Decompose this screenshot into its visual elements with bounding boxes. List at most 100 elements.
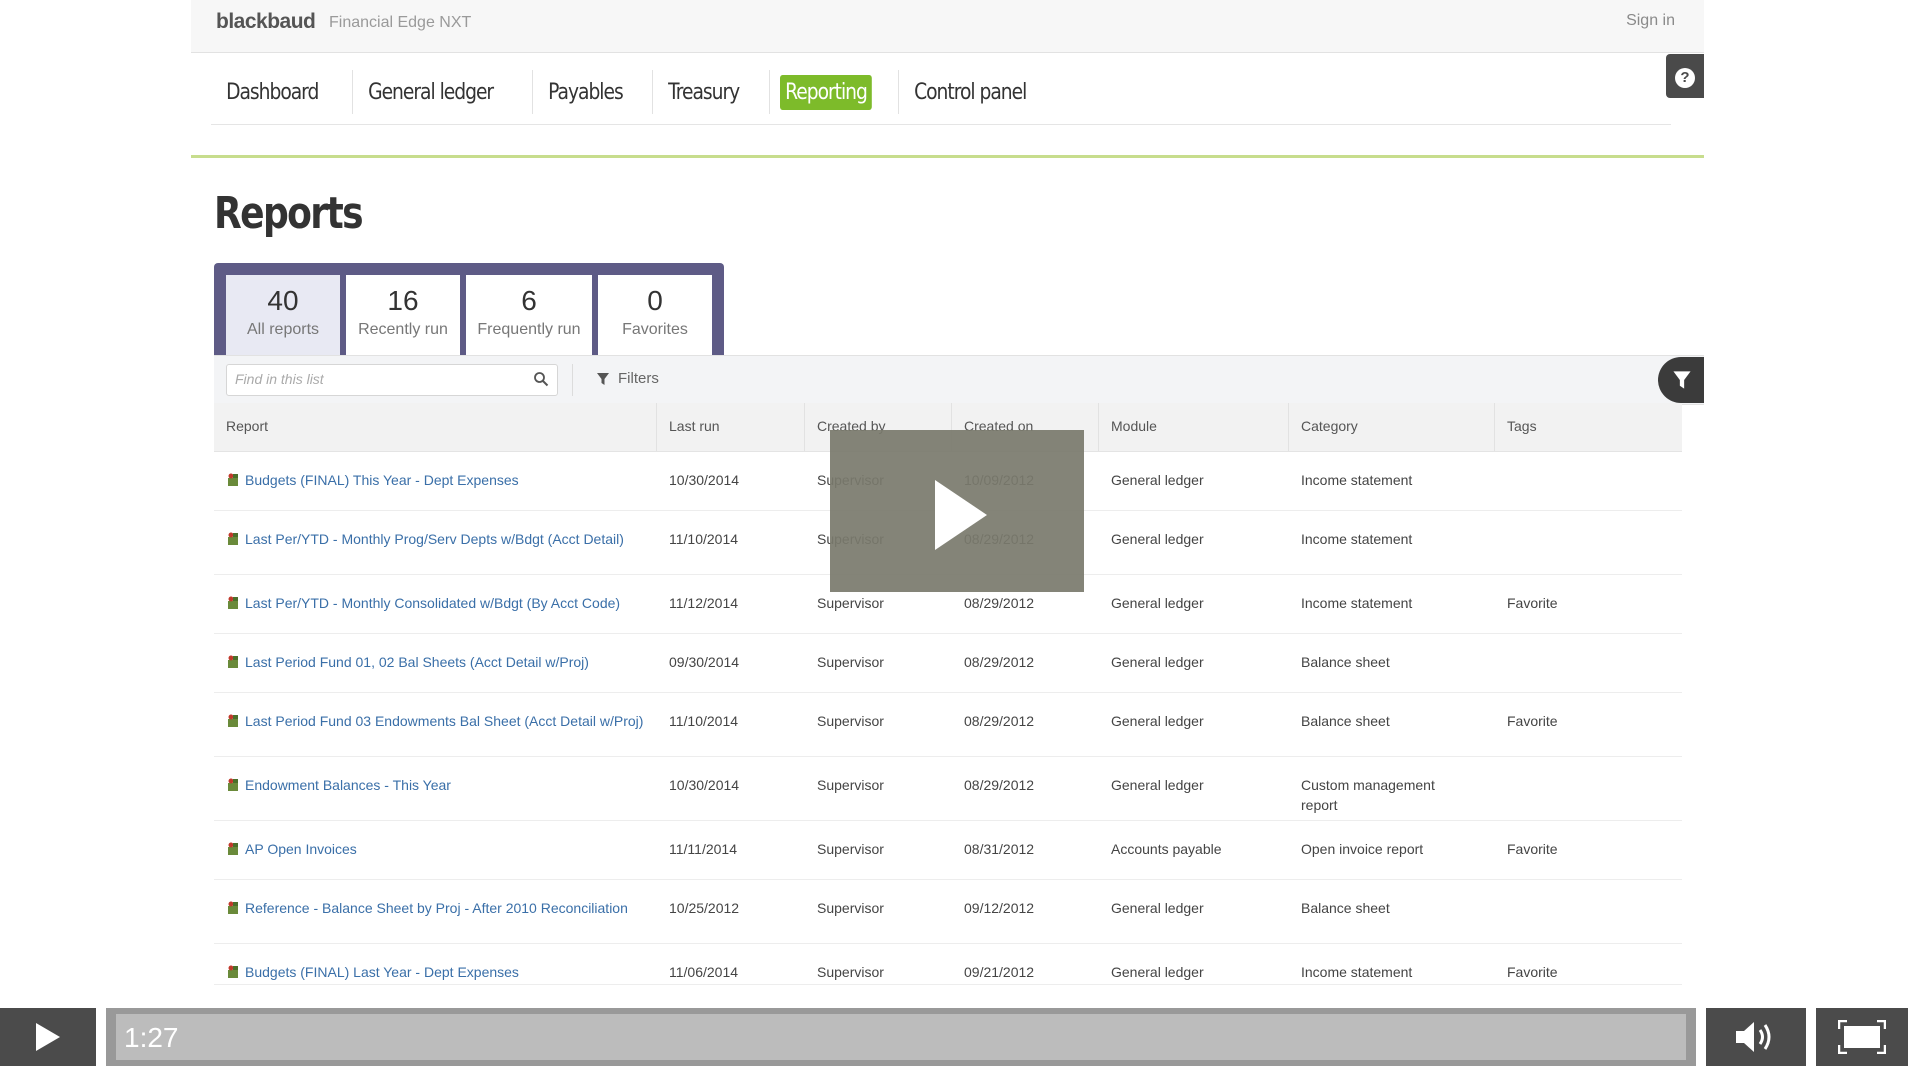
page-title: Reports [214, 188, 364, 239]
sign-in-link[interactable]: Sign in [1626, 12, 1675, 30]
col-divider [1288, 403, 1289, 451]
volume-icon [1736, 1022, 1771, 1052]
report-link[interactable]: AP Open Invoices [245, 841, 357, 857]
report-link[interactable]: Last Period Fund 01, 02 Bal Sheets (Acct… [245, 654, 589, 670]
col-divider [1494, 403, 1495, 451]
cell-created-on: 08/29/2012 [964, 777, 1035, 793]
cell-report: Last Per/YTD - Monthly Consolidated w/Bd… [226, 593, 646, 613]
cell-last-run: 10/30/2014 [669, 472, 740, 488]
col-report[interactable]: Report [226, 418, 268, 434]
cell-created-by: Supervisor [817, 841, 884, 857]
cell-tags: Favorite [1507, 713, 1558, 729]
tile-count: 40 [267, 285, 299, 316]
cell-tags: Favorite [1507, 595, 1558, 611]
cell-category: Balance sheet [1301, 713, 1390, 729]
report-icon [228, 532, 238, 545]
nav-general-ledger[interactable]: General ledger [363, 75, 498, 110]
cell-created-by: Supervisor [817, 595, 884, 611]
report-icon [228, 473, 238, 486]
filters-button[interactable]: Filters [596, 370, 659, 387]
cell-tags: Favorite [1507, 964, 1558, 980]
table-row[interactable]: Budgets (FINAL) Last Year - Dept Expense… [214, 944, 1682, 985]
filter-toggle-button[interactable] [1658, 357, 1704, 403]
search-icon[interactable] [533, 371, 549, 387]
report-icon [228, 842, 238, 855]
toolbar-divider [572, 364, 573, 396]
report-icon [228, 965, 238, 978]
cell-report: Last Period Fund 03 Endowments Bal Sheet… [226, 711, 646, 731]
nav-divider [652, 70, 654, 114]
tile-frequently-run[interactable]: 6 Frequently run [466, 275, 592, 355]
report-link[interactable]: Budgets (FINAL) Last Year - Dept Expense… [245, 964, 519, 980]
nav-payables[interactable]: Payables [543, 75, 628, 110]
play-button[interactable] [0, 1008, 96, 1066]
cell-category: Income statement [1301, 472, 1413, 488]
table-row[interactable]: AP Open Invoices 11/11/2014 Supervisor 08/3… [214, 821, 1682, 880]
cell-report: Reference - Balance Sheet by Proj - Afte… [226, 898, 646, 918]
cell-category: Balance sheet [1301, 900, 1390, 916]
col-tags[interactable]: Tags [1507, 418, 1537, 434]
cell-created-by: Supervisor [817, 777, 884, 793]
nav-treasury[interactable]: Treasury [663, 75, 744, 110]
report-link[interactable]: Budgets (FINAL) This Year - Dept Expense… [245, 472, 519, 488]
cell-module: General ledger [1111, 595, 1204, 611]
help-icon: ? [1675, 68, 1695, 88]
nav-control-panel[interactable]: Control panel [909, 75, 1031, 110]
volume-button[interactable] [1706, 1008, 1806, 1066]
search-input[interactable] [227, 365, 533, 393]
cell-report: Budgets (FINAL) Last Year - Dept Expense… [226, 962, 646, 982]
report-icon [228, 596, 238, 609]
report-link[interactable]: Reference - Balance Sheet by Proj - Afte… [245, 900, 628, 916]
progress-bar[interactable]: 1:27 [106, 1008, 1696, 1066]
fullscreen-icon [1838, 1020, 1886, 1054]
tile-count: 0 [647, 285, 663, 316]
time-display: 1:27 [124, 1022, 179, 1053]
table-row[interactable]: Endowment Balances - This Year 10/30/2014… [214, 757, 1682, 821]
cell-last-run: 11/06/2014 [669, 964, 739, 980]
col-last-run[interactable]: Last run [669, 418, 720, 434]
report-icon [228, 655, 238, 668]
cell-report: Budgets (FINAL) This Year - Dept Expense… [226, 470, 646, 490]
report-link[interactable]: Last Period Fund 03 Endowments Bal Sheet… [245, 713, 643, 729]
cell-created-by: Supervisor [817, 654, 884, 670]
report-link[interactable]: Endowment Balances - This Year [245, 777, 451, 793]
table-row[interactable]: Last Period Fund 01, 02 Bal Sheets (Acct… [214, 634, 1682, 693]
nav-divider [351, 70, 353, 114]
cell-created-on: 09/21/2012 [964, 964, 1035, 980]
report-icon [228, 714, 238, 727]
cell-report: Last Period Fund 01, 02 Bal Sheets (Acct… [226, 652, 646, 672]
report-icon [228, 901, 238, 914]
col-category[interactable]: Category [1301, 418, 1358, 434]
nav-reporting[interactable]: Reporting [780, 74, 872, 110]
main-nav: Dashboard General ledger Payables Treasu… [211, 70, 1063, 114]
tile-count: 16 [387, 285, 419, 316]
cell-module: Accounts payable [1111, 841, 1222, 857]
fullscreen-button[interactable] [1816, 1008, 1908, 1066]
help-button[interactable]: ? [1666, 54, 1704, 98]
cell-category: Income statement [1301, 595, 1413, 611]
video-play-overlay[interactable] [830, 430, 1084, 592]
col-module[interactable]: Module [1111, 418, 1157, 434]
progress-track[interactable] [116, 1014, 1686, 1060]
cell-last-run: 10/25/2012 [669, 900, 740, 916]
tile-favorites[interactable]: 0 Favorites [598, 275, 712, 355]
nav-divider [531, 70, 533, 114]
cell-category: Open invoice report [1301, 841, 1424, 857]
cell-last-run: 10/30/2014 [669, 777, 740, 793]
cell-category: Income statement [1301, 531, 1413, 547]
cell-report: Endowment Balances - This Year [226, 775, 646, 795]
table-row[interactable]: Reference - Balance Sheet by Proj - Afte… [214, 880, 1682, 944]
cell-category: Balance sheet [1301, 654, 1390, 670]
video-frame: blackbaud Financial Edge NXT Sign in Das… [0, 0, 1908, 1066]
table-row[interactable]: Last Period Fund 03 Endowments Bal Sheet… [214, 693, 1682, 757]
tile-recently-run[interactable]: 16 Recently run [346, 275, 460, 355]
col-divider [1098, 403, 1099, 451]
nav-dashboard[interactable]: Dashboard [221, 75, 323, 110]
report-link[interactable]: Last Per/YTD - Monthly Consolidated w/Bd… [245, 595, 620, 611]
cell-last-run: 11/11/2014 [669, 841, 737, 857]
play-small-icon [36, 1023, 60, 1051]
report-link[interactable]: Last Per/YTD - Monthly Prog/Serv Depts w… [245, 531, 624, 547]
cell-module: General ledger [1111, 531, 1204, 547]
tile-all-reports[interactable]: 40 All reports [226, 275, 340, 355]
cell-last-run: 11/10/2014 [669, 531, 739, 547]
